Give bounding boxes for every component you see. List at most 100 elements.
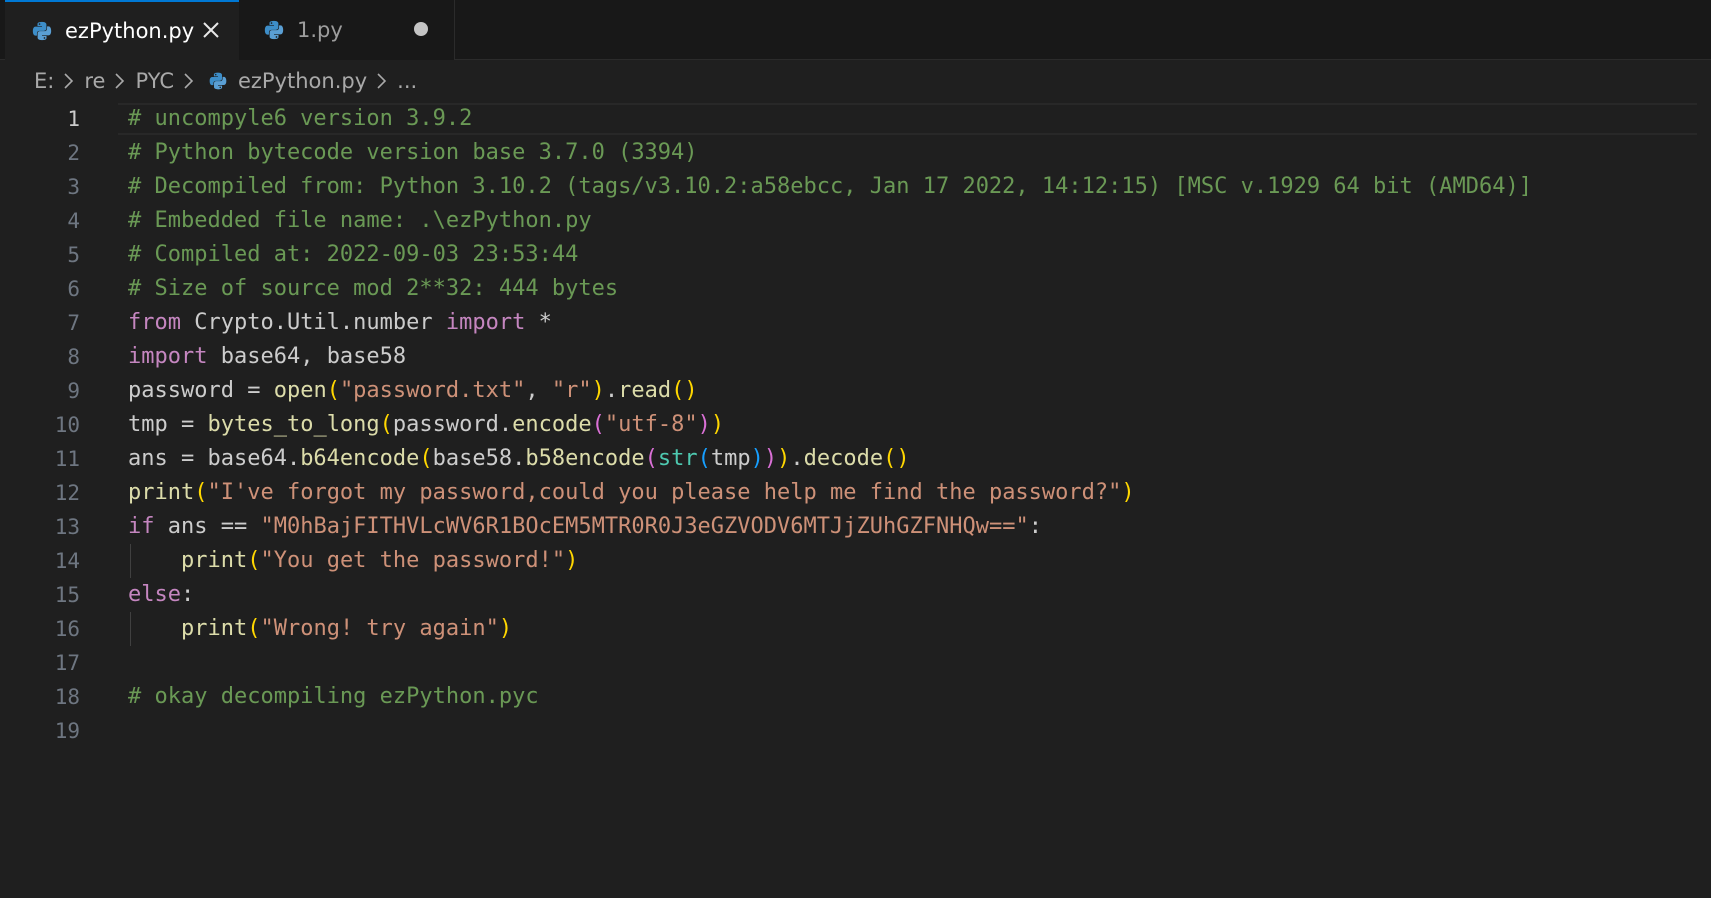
code-editor[interactable]: 1 2 3 4 5 6 7 8 9 10 11 12 13 14 15 16 17 18 19 # uncompyl…: [0, 102, 1711, 898]
code-token: ): [498, 616, 513, 641]
code-token: (: [644, 446, 658, 471]
code-token: (: [697, 446, 711, 471]
tab-ezpython[interactable]: ezPython.py: [5, 0, 239, 60]
line-number[interactable]: 13: [0, 510, 80, 544]
line-number[interactable]: 8: [0, 340, 80, 374]
code-line[interactable]: tmp = bytes_to_long(password.encode("utf…: [128, 408, 1708, 442]
breadcrumb-item-pyc[interactable]: PYC: [135, 69, 174, 93]
code-line[interactable]: # Compiled at: 2022-09-03 23:53:44: [128, 238, 1708, 272]
breadcrumb-item-file[interactable]: ezPython.py: [204, 69, 367, 93]
code-token: bytes_to_long: [207, 412, 380, 437]
line-number[interactable]: 6: [0, 272, 80, 306]
close-icon[interactable]: [197, 16, 225, 44]
code-line[interactable]: else:: [128, 578, 1708, 612]
code-token: Crypto.Util.number: [180, 310, 446, 335]
code-line[interactable]: print("Wrong! try again"): [128, 612, 1708, 646]
tab-label: ezPython.py: [65, 19, 195, 43]
code-token: ): [763, 446, 778, 471]
code-token: (: [379, 412, 393, 437]
line-number[interactable]: 4: [0, 204, 80, 238]
code-line[interactable]: # Size of source mod 2**32: 444 bytes: [128, 272, 1708, 306]
code-token: :: [180, 582, 195, 607]
code-token: decode: [803, 446, 884, 471]
code-token: b64encode: [300, 446, 420, 471]
code-token: "I've forgot my password,could you pleas…: [207, 480, 1122, 505]
code-token: open: [273, 378, 327, 403]
code-token: ): [591, 378, 605, 403]
indent-guide: [130, 612, 131, 646]
line-number[interactable]: 2: [0, 136, 80, 170]
indent-guide: [130, 544, 131, 578]
code-line[interactable]: # Python bytecode version base 3.7.0 (33…: [128, 136, 1708, 170]
code-token: "password.txt": [339, 378, 526, 403]
code-token: :: [1028, 514, 1042, 539]
code-token: (: [419, 446, 433, 471]
breadcrumb-item-drive[interactable]: E:: [34, 69, 54, 93]
code-token: "utf-8": [604, 412, 698, 437]
line-number[interactable]: 15: [0, 578, 80, 612]
code-token: b58encode: [525, 446, 645, 471]
line-number[interactable]: 16: [0, 612, 80, 646]
line-number[interactable]: 11: [0, 442, 80, 476]
code-token: (: [247, 616, 261, 641]
code-token: # Compiled at: 2022-09-03 23:53:44: [128, 242, 579, 267]
code-token: ): [777, 446, 791, 471]
line-number[interactable]: 14: [0, 544, 80, 578]
code-token: (: [247, 548, 261, 573]
code-token: base64, base58: [207, 344, 407, 369]
tab-label: 1.py: [297, 18, 343, 42]
vertical-scrollbar[interactable]: [1697, 102, 1711, 898]
breadcrumb-item-re[interactable]: re: [84, 69, 105, 93]
code-token: # uncompyle6 version 3.9.2: [128, 106, 473, 131]
breadcrumb-item-symbols[interactable]: ...: [397, 69, 417, 93]
code-token: # Size of source mod 2**32: 444 bytes: [128, 276, 619, 301]
code-token: password =: [128, 378, 274, 403]
code-line[interactable]: # Decompiled from: Python 3.10.2 (tags/v…: [128, 170, 1708, 204]
chevron-right-icon: [59, 71, 79, 91]
line-number-gutter[interactable]: 1 2 3 4 5 6 7 8 9 10 11 12 13 14 15 16 17 18 19: [0, 102, 80, 748]
code-line[interactable]: if ans == "M0hBajFITHVLcWV6R1BOcEM5MTR0R…: [128, 510, 1708, 544]
line-number[interactable]: 3: [0, 170, 80, 204]
code-token: # Embedded file name: .\ezPython.py: [128, 208, 592, 233]
code-text-area[interactable]: # uncompyle6 version 3.9.2 # Python bytec…: [128, 102, 1708, 748]
code-line[interactable]: [128, 714, 1708, 748]
line-number[interactable]: 9: [0, 374, 80, 408]
code-token: print: [128, 480, 195, 505]
code-token: ): [565, 548, 579, 573]
python-icon: [32, 21, 52, 41]
code-line[interactable]: # Embedded file name: .\ezPython.py: [128, 204, 1708, 238]
line-number[interactable]: 19: [0, 714, 80, 748]
line-number[interactable]: 17: [0, 646, 80, 680]
line-number[interactable]: 7: [0, 306, 80, 340]
line-number[interactable]: 10: [0, 408, 80, 442]
code-token: (): [671, 378, 698, 403]
code-line[interactable]: [128, 646, 1708, 680]
chevron-right-icon: [179, 71, 199, 91]
line-number[interactable]: 12: [0, 476, 80, 510]
code-line[interactable]: ans = base64.b64encode(base58.b58encode(…: [128, 442, 1708, 476]
code-line[interactable]: import base64, base58: [128, 340, 1708, 374]
code-line[interactable]: password = open("password.txt", "r").rea…: [128, 374, 1708, 408]
code-token: .: [790, 446, 804, 471]
code-line[interactable]: print("You get the password!"): [128, 544, 1708, 578]
code-token: .: [604, 378, 619, 403]
code-token: else: [128, 582, 181, 607]
code-line[interactable]: print("I've forgot my password,could you…: [128, 476, 1708, 510]
code-token: ,: [525, 378, 552, 403]
tab-1-py[interactable]: 1.py: [239, 0, 455, 60]
code-line[interactable]: from Crypto.Util.number import *: [128, 306, 1708, 340]
unsaved-dot-icon[interactable]: [414, 22, 428, 36]
python-icon: [209, 72, 227, 90]
code-token: base58.: [432, 446, 526, 471]
code-token: *: [525, 310, 552, 335]
code-token: # okay decompiling ezPython.pyc: [128, 684, 539, 709]
code-line[interactable]: # okay decompiling ezPython.pyc: [128, 680, 1708, 714]
code-token: "You get the password!": [260, 548, 566, 573]
code-token: ): [750, 446, 764, 471]
line-number[interactable]: 1: [0, 102, 80, 136]
code-line[interactable]: # uncompyle6 version 3.9.2: [128, 102, 1708, 136]
code-token: str: [657, 446, 698, 471]
code-token: (): [883, 446, 910, 471]
line-number[interactable]: 5: [0, 238, 80, 272]
line-number[interactable]: 18: [0, 680, 80, 714]
